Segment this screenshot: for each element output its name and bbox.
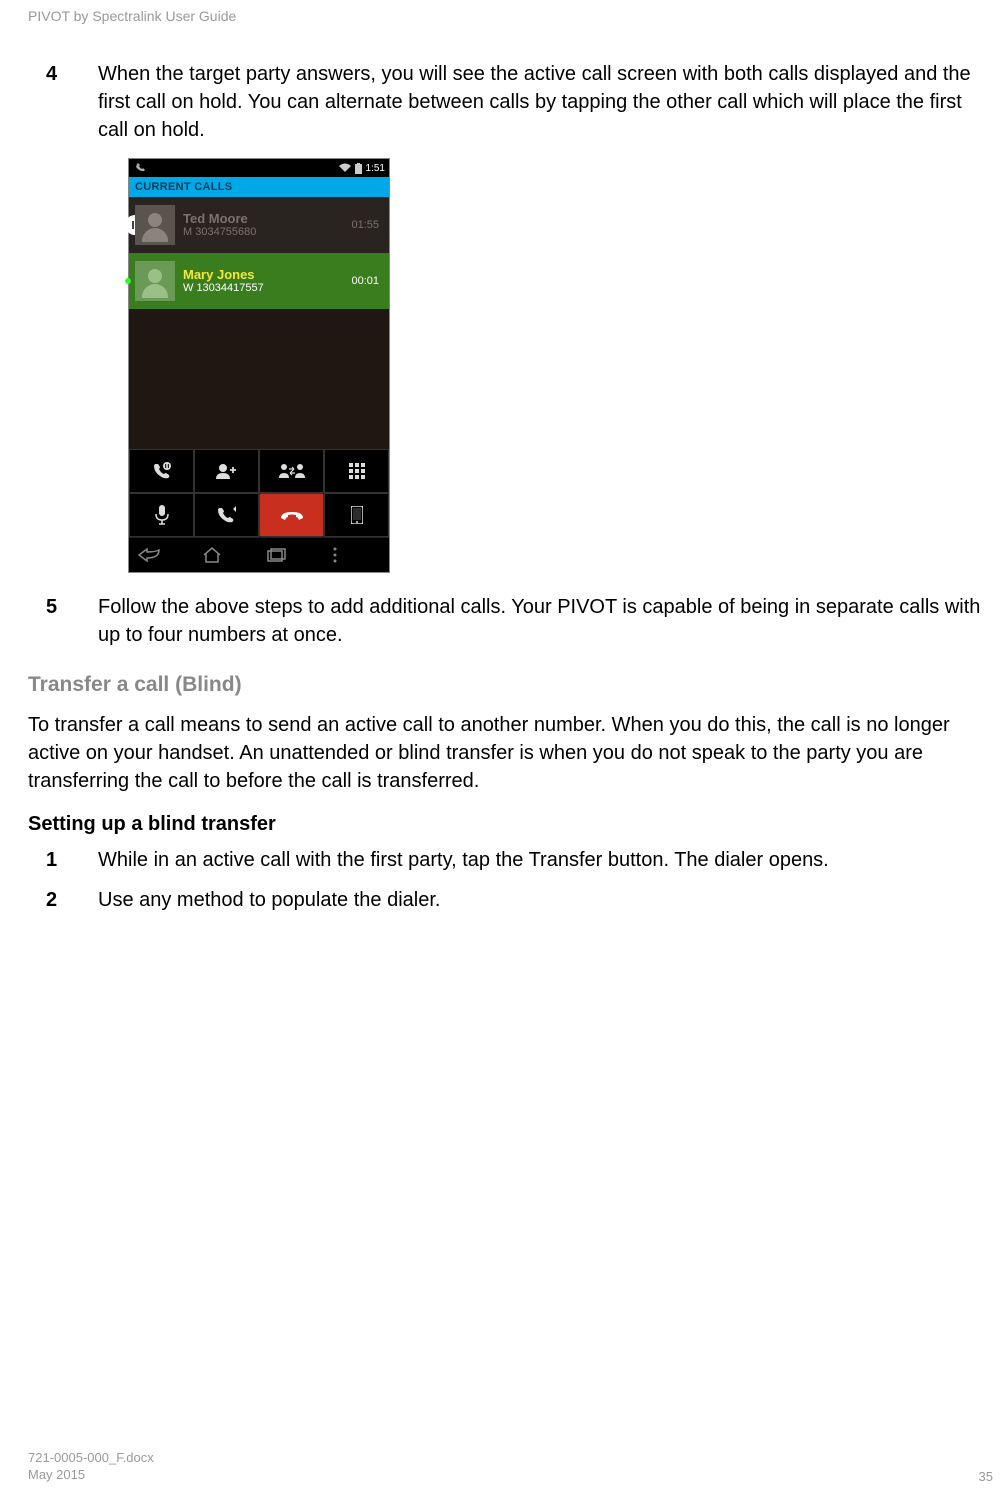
avatar xyxy=(135,205,175,245)
section-heading: Transfer a call (Blind) xyxy=(28,673,993,697)
end-call-button[interactable] xyxy=(259,493,324,537)
call-duration: 00:01 xyxy=(351,275,383,287)
step-number: 5 xyxy=(28,593,98,649)
phone-screenshot: 1:51 CURRENT CALLS Ted Moore M 303475568… xyxy=(128,158,390,573)
sub-heading: Setting up a blind transfer xyxy=(28,813,993,836)
call-info: Ted Moore M 3034755680 xyxy=(183,211,351,240)
status-time: 1:51 xyxy=(366,163,385,174)
step-text: While in an active call with the first p… xyxy=(98,846,993,874)
page-header: PIVOT by Spectralink User Guide xyxy=(28,8,236,24)
step-number: 1 xyxy=(28,846,98,874)
hold-button[interactable] xyxy=(129,449,194,493)
active-call-row[interactable]: Mary Jones W 13034417557 00:01 xyxy=(129,253,389,309)
current-calls-banner: CURRENT CALLS xyxy=(129,177,389,197)
back-icon[interactable] xyxy=(137,548,187,562)
wifi-icon xyxy=(339,163,351,173)
held-call-row[interactable]: Ted Moore M 3034755680 01:55 xyxy=(129,197,389,253)
caller-number: W 13034417557 xyxy=(183,282,351,295)
add-call-button[interactable] xyxy=(194,449,259,493)
call-duration: 01:55 xyxy=(351,219,383,231)
page-footer: 721-0005-000_F.docx May 2015 35 xyxy=(28,1450,993,1484)
audio-button[interactable] xyxy=(194,493,259,537)
step-text: When the target party answers, you will … xyxy=(98,60,993,144)
caller-name: Ted Moore xyxy=(183,211,351,227)
call-info: Mary Jones W 13034417557 xyxy=(183,267,351,296)
step-item: 5 Follow the above steps to add addition… xyxy=(28,593,993,649)
footer-doc: 721-0005-000_F.docx xyxy=(28,1450,154,1467)
caller-number: M 3034755680 xyxy=(183,226,351,239)
action-row-1 xyxy=(129,449,389,493)
transfer-button[interactable] xyxy=(259,449,324,493)
footer-date: May 2015 xyxy=(28,1467,154,1484)
main-content: 4 When the target party answers, you wil… xyxy=(28,60,993,926)
active-indicator-icon xyxy=(125,278,131,284)
device-button[interactable] xyxy=(324,493,389,537)
step-text: Follow the above steps to add additional… xyxy=(98,593,993,649)
step-item: 2 Use any method to populate the dialer. xyxy=(28,886,993,914)
mute-button[interactable] xyxy=(129,493,194,537)
battery-icon xyxy=(355,163,362,174)
step-number: 2 xyxy=(28,886,98,914)
step-text: Use any method to populate the dialer. xyxy=(98,886,993,914)
step-item: 4 When the target party answers, you wil… xyxy=(28,60,993,144)
action-row-2 xyxy=(129,493,389,537)
paragraph: To transfer a call means to send an acti… xyxy=(28,711,993,795)
step-item: 1 While in an active call with the first… xyxy=(28,846,993,874)
avatar xyxy=(135,261,175,301)
call-body-area xyxy=(129,309,389,449)
android-nav-bar xyxy=(129,537,389,572)
step-number: 4 xyxy=(28,60,98,144)
menu-icon[interactable] xyxy=(332,547,382,563)
dialpad-button[interactable] xyxy=(324,449,389,493)
status-bar: 1:51 xyxy=(129,159,389,177)
recent-icon[interactable] xyxy=(267,548,317,562)
home-icon[interactable] xyxy=(202,547,252,563)
caller-name: Mary Jones xyxy=(183,267,351,283)
phone-status-icon xyxy=(135,163,145,173)
page-number: 35 xyxy=(979,1469,993,1484)
